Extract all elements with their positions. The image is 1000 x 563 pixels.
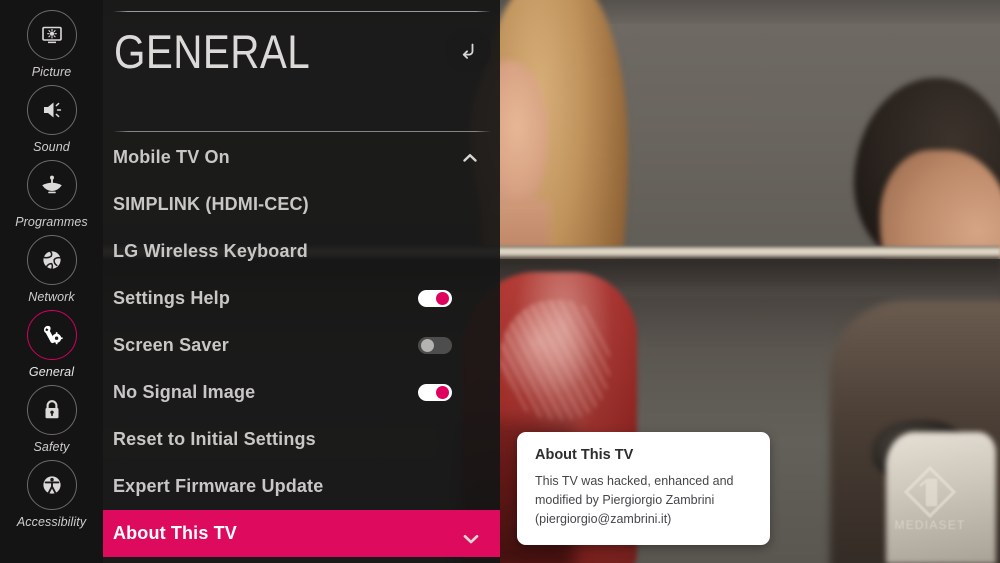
back-button[interactable] [445, 27, 491, 73]
list-item-label: SIMPLINK (HDMI-CEC) [113, 194, 309, 214]
toggle-knob [436, 386, 449, 399]
chevron-up-icon[interactable] [460, 148, 480, 168]
sidebar-item-safety[interactable]: Safety [0, 385, 103, 454]
list-item-label: About This TV [113, 523, 237, 543]
list-item-reset-to-initial-settings[interactable]: Reset to Initial Settings [103, 416, 500, 463]
programmes-icon-circle [26, 160, 77, 210]
list-item-expert-firmware-update[interactable]: Expert Firmware Update [103, 463, 500, 510]
picture-icon-circle [26, 10, 77, 60]
wrench-gear-icon [43, 325, 63, 345]
accessibility-icon-circle [26, 460, 77, 510]
satellite-dish-icon [41, 175, 62, 194]
page-title: GENERAL [114, 25, 311, 78]
scroll-down-button[interactable] [460, 528, 482, 550]
safety-icon-circle [26, 385, 77, 435]
sidebar-item-accessibility[interactable]: Accessibility [0, 460, 103, 529]
sidebar-label-programmes: Programmes [15, 215, 88, 229]
tooltip-line: This TV was hacked, enhanced and [535, 474, 734, 488]
mediaset-watermark-text: MEDIASET [894, 518, 966, 532]
list-item-label: LG Wireless Keyboard [113, 241, 308, 261]
mediaset-watermark: MEDIASET [882, 466, 978, 540]
settings-help-toggle[interactable] [418, 290, 452, 307]
network-icon-circle [26, 235, 77, 285]
video-person-left-top-pattern [500, 300, 610, 420]
list-item-lg-wireless-keyboard[interactable]: LG Wireless Keyboard [103, 228, 500, 275]
general-icon-circle [26, 310, 77, 360]
tv-screen: MEDIASET Picture Sound Programmes Networ… [0, 0, 1000, 563]
sidebar-label-general: General [28, 365, 75, 379]
list-item-label: Reset to Initial Settings [113, 429, 316, 449]
list-item-label: Mobile TV On [113, 147, 230, 167]
list-item-label: Screen Saver [113, 335, 229, 355]
panel-header-divider [113, 131, 491, 132]
chevron-down-icon [463, 534, 479, 544]
no-signal-image-toggle[interactable] [418, 384, 452, 401]
tooltip-title: About This TV [535, 447, 634, 463]
sidebar-item-network[interactable]: Network [0, 235, 103, 304]
sound-icon-circle [26, 85, 77, 135]
sidebar-label-accessibility: Accessibility [16, 515, 87, 529]
screen-saver-toggle[interactable] [418, 337, 452, 354]
sidebar-label-network: Network [28, 290, 75, 304]
sidebar-label-picture: Picture [31, 65, 72, 79]
speaker-icon [43, 102, 61, 118]
sidebar-item-picture[interactable]: Picture [0, 10, 103, 79]
monitor-brightness-icon [41, 26, 62, 44]
tooltip-line: modified by Piergiorgio Zambrini [535, 493, 715, 507]
list-item-settings-help[interactable]: Settings Help [103, 275, 500, 322]
category-sidebar: Picture Sound Programmes Network General… [0, 0, 103, 563]
list-item-label: Expert Firmware Update [113, 476, 324, 496]
sidebar-label-safety: Safety [33, 440, 70, 454]
globe-icon [42, 250, 61, 270]
about-this-tv-tooltip: About This TV This TV was hacked, enhanc… [517, 432, 770, 545]
toggle-knob [436, 292, 449, 305]
list-item-label: Settings Help [113, 288, 230, 308]
list-item-mobile-tv-on[interactable]: Mobile TV On [103, 134, 500, 181]
accessibility-icon [42, 476, 61, 494]
settings-panel: GENERAL Mobile TV On SIMPLINK (HDMI-CEC) [103, 0, 500, 563]
padlock-icon [45, 400, 58, 419]
toggle-knob [421, 339, 434, 352]
sidebar-item-sound[interactable]: Sound [0, 85, 103, 154]
sidebar-label-sound: Sound [33, 140, 70, 154]
sidebar-item-programmes[interactable]: Programmes [0, 160, 103, 229]
list-item-no-signal-image[interactable]: No Signal Image [103, 369, 500, 416]
list-item-about-this-tv[interactable]: About This TV [103, 510, 500, 557]
panel-top-divider [113, 11, 491, 12]
list-item-screen-saver[interactable]: Screen Saver [103, 322, 500, 369]
settings-list: Mobile TV On SIMPLINK (HDMI-CEC) LG Wire… [103, 134, 500, 557]
sidebar-item-general[interactable]: General [0, 310, 103, 379]
back-arrow-icon [462, 43, 474, 59]
list-item-label: No Signal Image [113, 382, 256, 402]
list-item-simplink[interactable]: SIMPLINK (HDMI-CEC) [103, 181, 500, 228]
tooltip-line: (piergiorgio@zambrini.it) [535, 512, 672, 526]
